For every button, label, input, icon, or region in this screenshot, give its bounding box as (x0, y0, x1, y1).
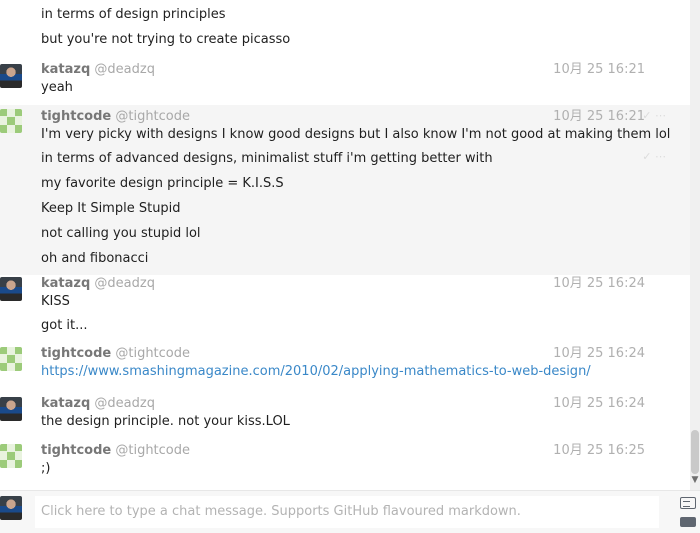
author-handle: @tightcode (115, 443, 191, 458)
message-text: yeah (41, 80, 73, 95)
avatar[interactable] (0, 277, 22, 301)
author-name[interactable]: katazq (41, 396, 90, 411)
message-author-line: katazq @deadzq (41, 61, 155, 79)
message-text: but you're not trying to create picasso (41, 32, 291, 47)
avatar[interactable] (0, 347, 22, 371)
message-time: 10月 25 16:24 (553, 396, 645, 411)
message-time: 10月 25 16:21 (553, 62, 645, 77)
author-handle: @deadzq (94, 62, 155, 77)
message-actions[interactable]: ✓ ⋯ (642, 109, 666, 122)
chat-history: in terms of design principles but you're… (0, 0, 690, 490)
message-author-line: tightcode @tightcode (41, 345, 190, 363)
message-link[interactable]: https://www.smashingmagazine.com/2010/02… (41, 364, 591, 379)
message-time: 10月 25 16:24 (553, 346, 645, 361)
avatar[interactable] (0, 444, 22, 468)
message-time: 10月 25 16:21 (553, 109, 645, 124)
message-group: tightcode @tightcode 10月 25 16:21 ✓ ⋯ I'… (0, 105, 690, 275)
avatar[interactable] (0, 397, 22, 421)
message-composer: Click here to type a chat message. Suppo… (0, 490, 700, 533)
composer-actions (678, 497, 698, 527)
message-text: KISS (41, 294, 70, 309)
author-handle: @deadzq (94, 396, 155, 411)
author-handle: @tightcode (115, 109, 191, 124)
author-name[interactable]: tightcode (41, 346, 111, 361)
author-name[interactable]: tightcode (41, 443, 111, 458)
markdown-icon[interactable] (680, 517, 696, 527)
message-text: Keep It Simple Stupid (41, 201, 181, 216)
message-time: 10月 25 16:25 (553, 443, 645, 458)
message-text: not calling you stupid lol (41, 226, 201, 241)
message-actions[interactable]: ✓ ⋯ (642, 150, 666, 163)
chevron-down-icon[interactable]: ▼ (690, 474, 700, 486)
message-text: got it... (41, 318, 88, 333)
message-group: katazq @deadzq 10月 25 16:24 KISS got it.… (0, 275, 690, 345)
message-text: the design principle. not your kiss.LOL (41, 414, 290, 429)
scroll-thumb[interactable] (691, 430, 699, 474)
message-group: tightcode @tightcode 10月 25 16:25 ;) (0, 442, 690, 490)
message-text: I'm very picky with designs I know good … (41, 127, 671, 142)
message-author-line: tightcode @tightcode (41, 442, 190, 460)
message-text: oh and fibonacci (41, 251, 149, 266)
vertical-scrollbar[interactable]: ▼ (690, 0, 700, 490)
author-name[interactable]: katazq (41, 276, 90, 291)
message-group: tightcode @tightcode 10月 25 16:24 https:… (0, 345, 690, 395)
message-group: katazq @deadzq 10月 25 16:21 yeah (0, 60, 690, 105)
author-handle: @deadzq (94, 276, 155, 291)
author-name[interactable]: katazq (41, 62, 90, 77)
message-author-line: katazq @deadzq (41, 395, 155, 413)
message-author-line: katazq @deadzq (41, 275, 155, 293)
message-time: 10月 25 16:24 (553, 276, 645, 291)
app-window: in terms of design principles but you're… (0, 0, 700, 533)
author-handle: @tightcode (115, 346, 191, 361)
message-group: in terms of design principles but you're… (0, 0, 690, 60)
chat-input[interactable]: Click here to type a chat message. Suppo… (35, 496, 659, 528)
avatar[interactable] (0, 109, 22, 133)
message-group: katazq @deadzq 10月 25 16:24 the design p… (0, 395, 690, 442)
message-link-line: https://www.smashingmagazine.com/2010/02… (41, 363, 591, 381)
avatar[interactable] (0, 496, 22, 520)
avatar[interactable] (0, 64, 22, 88)
message-text: in terms of design principles (41, 7, 226, 22)
message-text: in terms of advanced designs, minimalist… (41, 151, 493, 166)
chat-bubble-icon[interactable] (680, 497, 696, 509)
message-author-line: tightcode @tightcode (41, 108, 190, 126)
message-text: ;) (41, 461, 51, 476)
message-text: my favorite design principle = K.I.S.S (41, 176, 284, 191)
author-name[interactable]: tightcode (41, 109, 111, 124)
